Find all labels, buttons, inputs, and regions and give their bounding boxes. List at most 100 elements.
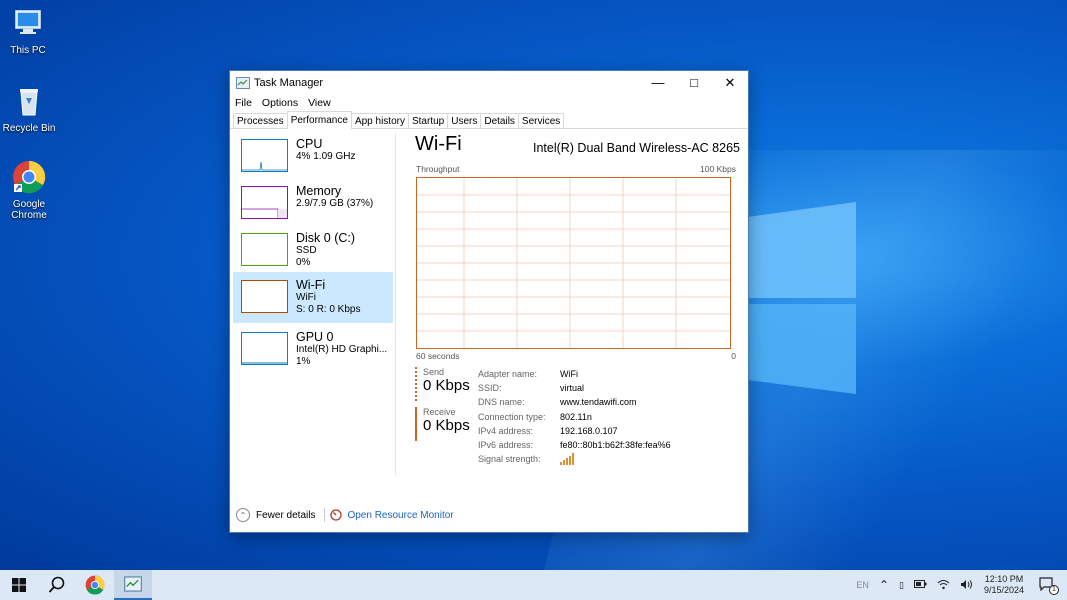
window-title: Task Manager [254, 76, 324, 89]
sidebar-item-detail: 2.9/7.9 GB (37%) [296, 198, 374, 209]
notification-center-button[interactable]: 1 [1039, 577, 1059, 595]
tab-details[interactable]: Details [480, 113, 519, 128]
property-key: SSID: [478, 383, 502, 394]
sidebar-item-detail-2: S: 0 R: 0 Kbps [296, 304, 361, 315]
battery-icon[interactable] [913, 580, 927, 590]
property-row: IPv6 address: fe80::80b1:b62f:38fe:fea%6 [478, 438, 671, 452]
desktop-icon-recycle-bin[interactable]: Recycle Bin [0, 84, 59, 134]
property-row: SSID: virtual [478, 381, 671, 395]
graph-time-label: 60 seconds [416, 351, 460, 361]
menu-options[interactable]: Options [262, 97, 298, 109]
device-icon[interactable]: ▯ [899, 580, 904, 591]
desktop-icon-this-pc[interactable]: This PC [0, 6, 58, 56]
sidebar-item-disk[interactable]: Disk 0 (C:) SSD 0% [233, 225, 393, 276]
wifi-icon[interactable] [937, 579, 950, 592]
sidebar-item-detail: SSD [296, 245, 317, 256]
cpu-thumbnail-graph [241, 139, 288, 172]
sidebar-item-gpu[interactable]: GPU 0 Intel(R) HD Graphi... 1% [233, 324, 393, 375]
property-key: IPv4 address: [478, 425, 534, 436]
chevron-up-icon[interactable]: ⌃ [236, 508, 250, 522]
tab-services[interactable]: Services [517, 113, 565, 128]
sidebar-item-memory[interactable]: Memory 2.9/7.9 GB (37%) [233, 178, 393, 229]
property-key: Signal strength: [478, 454, 541, 465]
menu-file[interactable]: File [235, 97, 252, 109]
sidebar-item-label: Memory [296, 184, 342, 198]
sidebar-item-label: Wi-Fi [296, 278, 326, 292]
footer-bar: ⌃ Fewer details Open Resource Monitor [230, 501, 748, 529]
sidebar-item-detail: 4% 1.09 GHz [296, 151, 356, 162]
desktop-icon-label: This PC [10, 45, 46, 56]
sidebar-item-label: GPU 0 [296, 330, 334, 344]
menu-view[interactable]: View [308, 97, 331, 109]
property-row: Adapter name: WiFi [478, 367, 671, 381]
clock[interactable]: 12:10 PM 9/15/2024 [984, 574, 1024, 596]
taskbar-task-manager[interactable] [114, 570, 152, 600]
desktop-icon-google-chrome[interactable]: Google Chrome [0, 160, 59, 221]
minimize-button[interactable]: ― [640, 71, 676, 94]
property-row: Signal strength: [478, 452, 671, 466]
receive-label: Receive [423, 407, 456, 417]
menu-bar: File Options View [230, 94, 748, 111]
taskbar-chrome[interactable] [76, 570, 114, 600]
tab-startup[interactable]: Startup [407, 113, 449, 128]
task-manager-icon [236, 76, 250, 89]
taskbar: EN ⌃ ▯ 12:10 PM 9/15/2024 1 [0, 570, 1067, 600]
property-value: fe80::80b1:b62f:38fe:fea%6 [560, 440, 671, 451]
chevron-up-icon[interactable]: ⌃ [879, 578, 889, 592]
fewer-details-button[interactable]: Fewer details [256, 510, 315, 521]
open-resource-monitor-link[interactable]: Open Resource Monitor [347, 510, 453, 521]
sidebar-item-detail: Intel(R) HD Graphi... [296, 344, 388, 355]
sidebar-item-wifi[interactable]: Wi-Fi WiFi S: 0 R: 0 Kbps [233, 272, 393, 323]
performance-panel: CPU 4% 1.09 GHz Memory 2.9/7.9 GB (37%) … [230, 129, 748, 499]
throughput-graph [416, 177, 731, 349]
notification-count-badge: 1 [1049, 585, 1059, 595]
property-key: Connection type: [478, 411, 546, 422]
windows-start-icon [12, 578, 26, 592]
property-key: Adapter name: [478, 369, 538, 379]
wifi-thumbnail-graph [241, 280, 288, 313]
property-row: Connection type: 802.11n [478, 410, 671, 424]
close-button[interactable]: ✕ [712, 71, 748, 94]
maximize-button[interactable]: □ [676, 71, 712, 94]
resource-monitor-icon [330, 509, 343, 521]
search-button[interactable] [38, 570, 76, 600]
close-icon: ✕ [724, 74, 736, 90]
tab-bar: Processes Performance App history Startu… [230, 111, 748, 129]
send-label: Send [423, 367, 445, 377]
windows-logo-wallpaper [748, 202, 856, 394]
chrome-icon [85, 575, 105, 595]
graph-min-label: 0 [731, 351, 736, 361]
property-row: IPv4 address: 192.168.0.107 [478, 424, 671, 438]
page-title: Wi-Fi [415, 133, 462, 155]
start-button[interactable] [0, 570, 38, 600]
property-key: IPv6 address: [478, 440, 534, 451]
desktop-icon-label: Recycle Bin [2, 123, 56, 134]
volume-icon[interactable] [960, 579, 973, 592]
receive-value: 0 Kbps [423, 417, 470, 434]
throughput-grid [417, 178, 730, 348]
sidebar-item-detail-2: 0% [296, 257, 311, 268]
sidebar-item-label: CPU [296, 137, 323, 151]
tab-performance[interactable]: Performance [286, 111, 352, 129]
title-bar[interactable]: Task Manager ― □ ✕ [230, 71, 748, 94]
footer-separator [324, 508, 326, 522]
sidebar-item-detail-2: 1% [296, 356, 311, 367]
minimize-icon: ― [651, 75, 665, 90]
language-indicator[interactable]: EN [856, 580, 869, 590]
send-value: 0 Kbps [423, 377, 470, 394]
send-stat: Send 0 Kbps [415, 367, 475, 401]
sidebar-item-cpu[interactable]: CPU 4% 1.09 GHz [233, 131, 393, 182]
tab-processes[interactable]: Processes [233, 113, 288, 128]
adapter-name-heading: Intel(R) Dual Band Wireless-AC 8265 [532, 141, 740, 155]
maximize-icon: □ [690, 75, 698, 90]
tab-users[interactable]: Users [447, 113, 482, 128]
system-tray: EN ⌃ ▯ 12:10 PM 9/15/2024 1 [851, 570, 1067, 600]
clock-time: 12:10 PM [984, 574, 1024, 584]
sidebar-divider [395, 133, 396, 475]
memory-thumbnail-graph [241, 186, 288, 219]
property-value: 192.168.0.107 [560, 425, 618, 436]
task-manager-window: Task Manager ― □ ✕ File Options View Pro… [229, 70, 749, 533]
sidebar-item-label: Disk 0 (C:) [296, 231, 356, 245]
recycle-bin-icon [20, 89, 38, 116]
tab-app-history[interactable]: App history [350, 113, 409, 128]
